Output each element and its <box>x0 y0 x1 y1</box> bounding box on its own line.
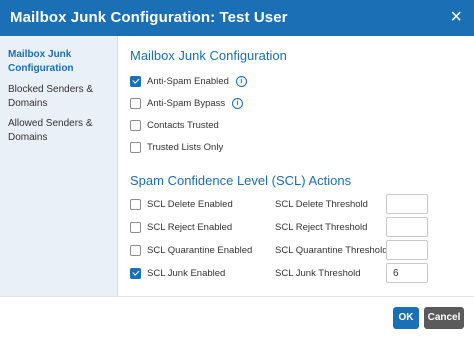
scl-quarantine-enabled-label: SCL Quarantine Enabled <box>147 244 253 256</box>
scl-delete-threshold-label: SCL Delete Threshold <box>275 199 368 210</box>
scl-junk-row: SCL Junk Enabled <box>130 265 225 281</box>
anti-spam-bypass-label: Anti-Spam Bypass <box>147 97 226 109</box>
scl-junk-enabled-checkbox[interactable] <box>130 267 141 279</box>
scl-reject-enabled-label: SCL Reject Enabled <box>147 221 233 233</box>
anti-spam-bypass-checkbox[interactable] <box>130 97 141 109</box>
anti-spam-enabled-checkbox[interactable] <box>130 75 141 87</box>
section-title-scl-actions: Spam Confidence Level (SCL) Actions <box>130 173 352 188</box>
scl-reject-threshold-label: SCL Reject Threshold <box>275 222 368 233</box>
scl-reject-enabled-checkbox[interactable] <box>130 221 141 233</box>
scl-junk-enabled-label: SCL Junk Enabled <box>147 267 226 279</box>
scl-reject-row: SCL Reject Enabled <box>130 219 232 235</box>
main-panel: Mailbox Junk Configuration Anti-Spam Ena… <box>118 36 474 296</box>
info-icon[interactable]: i <box>232 97 244 109</box>
sidebar: Mailbox Junk Configuration Blocked Sende… <box>0 36 118 296</box>
scl-junk-threshold-input[interactable]: 6 <box>386 263 428 283</box>
ok-button[interactable]: OK <box>393 307 419 329</box>
option-contacts-trusted: Contacts Trusted <box>130 117 219 133</box>
scl-quarantine-threshold-label: SCL Quarantine Threshold <box>275 245 388 256</box>
mailbox-junk-dialog: Mailbox Junk Configuration: Test User × … <box>0 0 474 339</box>
sidebar-item-blocked-senders[interactable]: Blocked Senders & Domains <box>8 83 113 111</box>
contacts-trusted-checkbox[interactable] <box>130 119 141 131</box>
contacts-trusted-label: Contacts Trusted <box>147 119 219 131</box>
trusted-lists-only-checkbox[interactable] <box>130 141 141 153</box>
scl-junk-threshold-label: SCL Junk Threshold <box>275 268 361 279</box>
dialog-titlebar: Mailbox Junk Configuration: Test User × <box>0 0 474 36</box>
scl-quarantine-threshold-input[interactable] <box>386 240 428 260</box>
option-anti-spam-bypass: Anti-Spam Bypass i <box>130 95 244 111</box>
sidebar-item-mailbox-junk-configuration[interactable]: Mailbox Junk Configuration <box>8 48 113 76</box>
scl-delete-enabled-checkbox[interactable] <box>130 198 141 210</box>
scl-delete-enabled-label: SCL Delete Enabled <box>147 198 233 210</box>
sidebar-item-allowed-senders[interactable]: Allowed Senders & Domains <box>8 117 113 145</box>
anti-spam-enabled-label: Anti-Spam Enabled <box>147 75 229 87</box>
cancel-button[interactable]: Cancel <box>424 307 464 329</box>
trusted-lists-only-label: Trusted Lists Only <box>147 141 224 153</box>
option-anti-spam-enabled: Anti-Spam Enabled i <box>130 73 247 89</box>
info-icon[interactable]: i <box>235 75 247 87</box>
dialog-footer: OK Cancel <box>0 296 474 339</box>
scl-reject-threshold-input[interactable] <box>386 217 428 237</box>
scl-delete-row: SCL Delete Enabled <box>130 196 233 212</box>
option-trusted-lists-only: Trusted Lists Only <box>130 139 223 155</box>
dialog-title: Mailbox Junk Configuration: Test User <box>10 9 288 26</box>
scl-quarantine-row: SCL Quarantine Enabled <box>130 242 252 258</box>
scl-delete-threshold-input[interactable] <box>386 194 428 214</box>
scl-quarantine-enabled-checkbox[interactable] <box>130 244 141 256</box>
close-icon[interactable]: × <box>450 7 462 27</box>
section-title-junk-config: Mailbox Junk Configuration <box>130 48 287 63</box>
